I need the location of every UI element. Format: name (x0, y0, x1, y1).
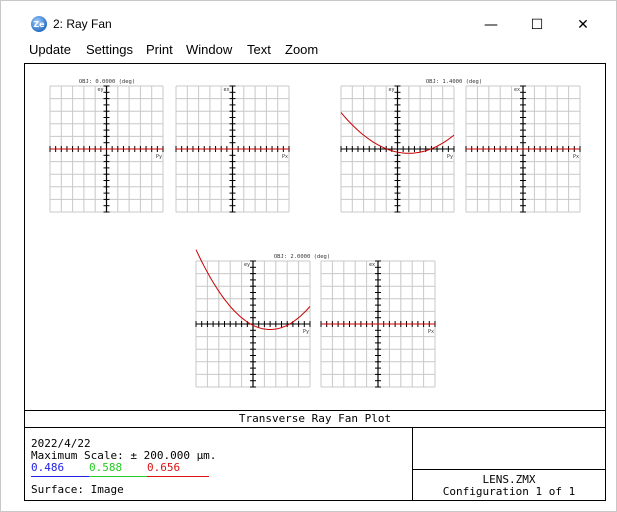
horizontal-axis-label: Px (282, 154, 288, 160)
vertical-axis-label: ey (97, 87, 103, 93)
menu-window[interactable]: Window (186, 42, 232, 58)
close-button[interactable]: ✕ (560, 11, 606, 39)
wavelength-line (89, 476, 147, 477)
plot-info: 2022/4/22 Maximum Scale: ± 200.000 µm. 0… (25, 427, 413, 500)
menu-text[interactable]: Text (247, 42, 271, 58)
maximize-icon: ☐ (530, 17, 544, 33)
app-icon[interactable]: Ze (31, 16, 47, 32)
wavelength-label: 0.588 (89, 461, 123, 474)
ray-fan-plots: OBJ: 0.0000 (deg) ey Py ex Px OBJ: 1.4000 (de… (49, 79, 581, 388)
close-icon: ✕ (577, 17, 589, 33)
wavelength-legend: 0.486 0.588 0.656 (31, 461, 221, 477)
horizontal-axis-label: Px (428, 329, 434, 335)
vertical-axis-label: ex (514, 87, 520, 93)
maximize-button[interactable]: ☐ (514, 11, 560, 39)
horizontal-axis-label: Py (447, 154, 453, 160)
divider (413, 469, 605, 470)
menu-print[interactable]: Print (146, 42, 173, 58)
menu-settings[interactable]: Settings (86, 42, 133, 58)
wavelength-line (147, 476, 209, 477)
window-title: 2: Ray Fan (53, 17, 112, 31)
wavelength-label: 0.656 (147, 461, 181, 474)
field-label: OBJ: 0.0000 (deg) (79, 79, 135, 85)
vertical-axis-label: ey (388, 87, 394, 93)
configuration-label: Configuration 1 of 1 (442, 485, 576, 498)
horizontal-axis-label: Px (573, 154, 579, 160)
menu-bar: Update Settings Print Window Text Zoom (1, 39, 616, 61)
horizontal-axis-label: Py (156, 154, 162, 160)
horizontal-axis-label: Py (303, 329, 309, 335)
title-bar[interactable]: Ze 2: Ray Fan — ☐ ✕ (1, 1, 616, 37)
vertical-axis-label: ex (369, 262, 375, 268)
plot-area: OBJ: 0.0000 (deg) ey Py ex Px OBJ: 1.4000 (de… (24, 63, 606, 501)
ray-fan-window: Ze 2: Ray Fan — ☐ ✕ Update Settings Prin… (0, 0, 617, 512)
field-label: OBJ: 2.0000 (deg) (274, 254, 330, 260)
vertical-axis-label: ey (244, 262, 250, 268)
plot-title: Transverse Ray Fan Plot (25, 410, 605, 428)
surface-label: Surface: Image (31, 483, 124, 496)
lens-info: LENS.ZMX Configuration 1 of 1 (413, 427, 605, 500)
menu-update[interactable]: Update (29, 42, 71, 58)
vertical-axis-label: ex (223, 87, 229, 93)
menu-zoom[interactable]: Zoom (285, 42, 318, 58)
minimize-button[interactable]: — (468, 11, 514, 39)
wavelength-line (31, 476, 89, 477)
wavelength-label: 0.486 (31, 461, 65, 474)
minimize-icon: — (484, 17, 498, 33)
field-label: OBJ: 1.4000 (deg) (426, 79, 482, 85)
